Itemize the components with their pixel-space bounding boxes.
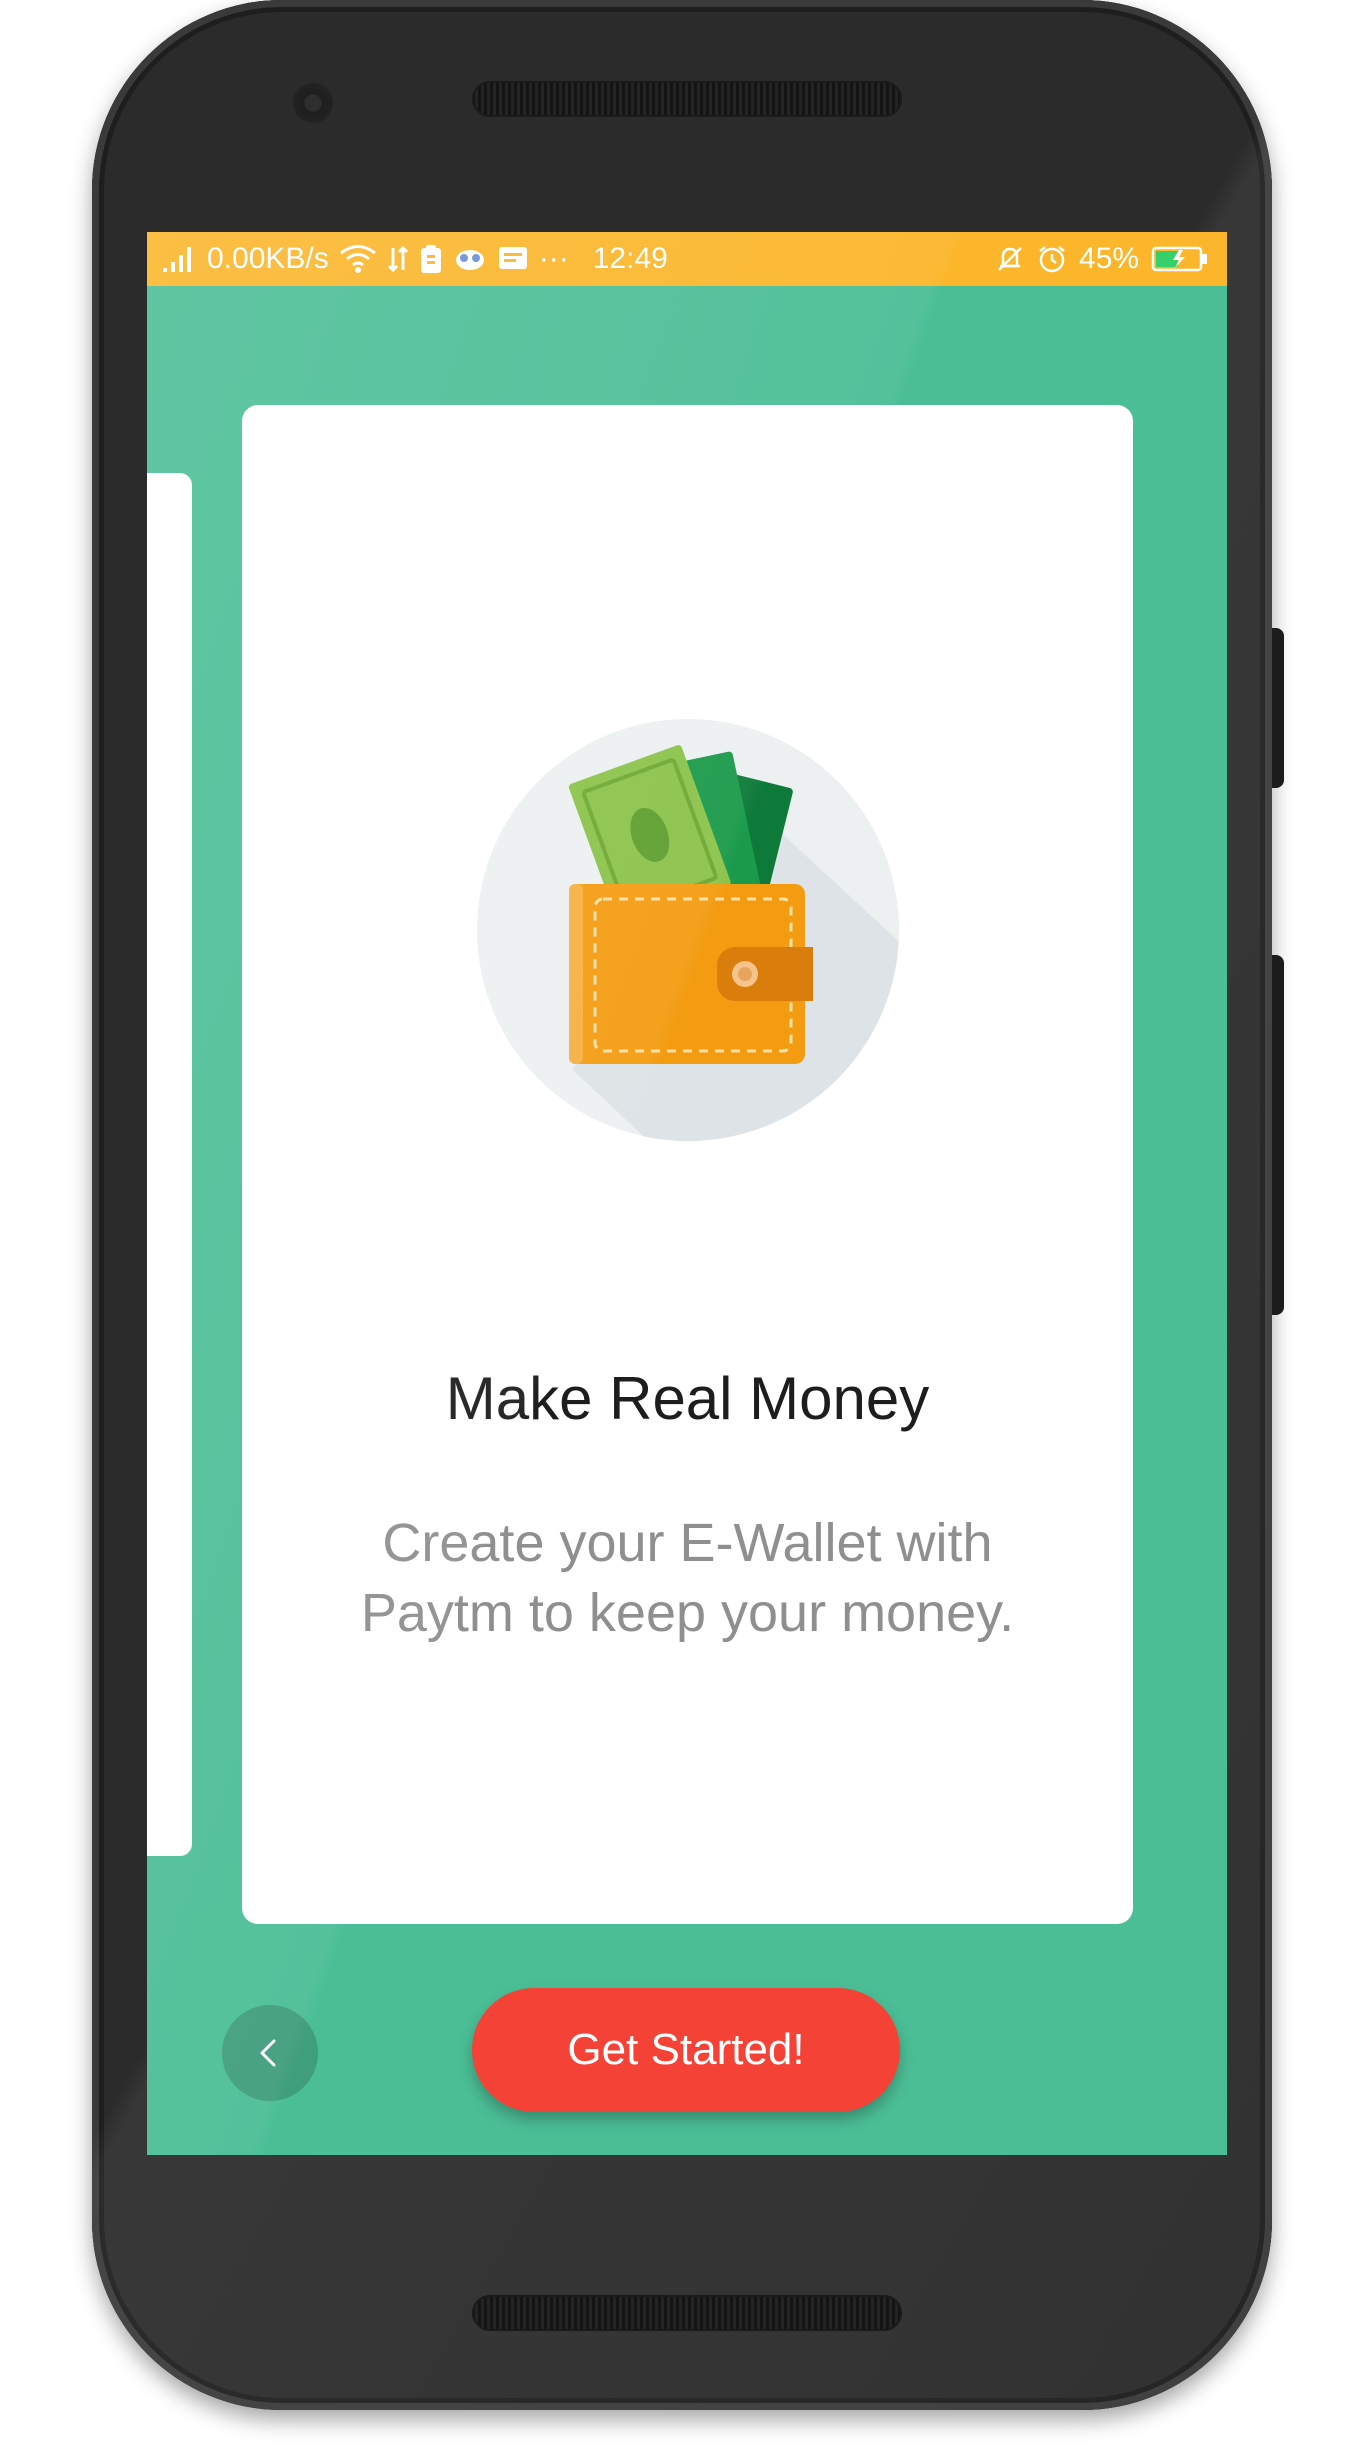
get-started-button[interactable]: Get Started! bbox=[472, 1988, 900, 2112]
top-speaker bbox=[472, 81, 902, 117]
wallet-with-cash-icon bbox=[477, 719, 899, 1141]
wifi-icon bbox=[339, 244, 377, 274]
clipboard-icon bbox=[419, 243, 443, 275]
more-notifications-indicator: ··· bbox=[538, 242, 569, 275]
battery-percent: 45% bbox=[1078, 242, 1139, 275]
mute-bell-icon bbox=[995, 244, 1025, 274]
app-notification-icon bbox=[453, 244, 487, 274]
data-transfer-icon bbox=[387, 244, 409, 274]
card-title: Make Real Money bbox=[445, 1365, 930, 1432]
onboarding-card: Make Real Money Create your E-Wallet wit… bbox=[242, 405, 1133, 1924]
card-description: Create your E-Wallet with Paytm to keep … bbox=[360, 1513, 1015, 1643]
previous-card-peek[interactable] bbox=[147, 473, 192, 1856]
bottom-speaker bbox=[472, 2295, 902, 2331]
alarm-clock-icon bbox=[1037, 244, 1067, 274]
volume-button bbox=[1272, 955, 1284, 1315]
power-button bbox=[1272, 628, 1284, 788]
battery-charging-icon bbox=[1151, 245, 1209, 273]
signal-icon bbox=[161, 244, 197, 274]
network-speed: 0.00KB/s bbox=[207, 242, 329, 275]
front-camera bbox=[293, 83, 333, 123]
status-bar: 0.00KB/s ··· 12:49 45% bbox=[147, 232, 1227, 286]
message-icon bbox=[497, 245, 529, 273]
back-button[interactable] bbox=[222, 2005, 318, 2101]
app-screen: 0.00KB/s ··· 12:49 45% Make Real Money C… bbox=[147, 232, 1227, 2155]
clock: 12:49 bbox=[592, 242, 668, 275]
chevron-left-icon bbox=[260, 2039, 276, 2067]
